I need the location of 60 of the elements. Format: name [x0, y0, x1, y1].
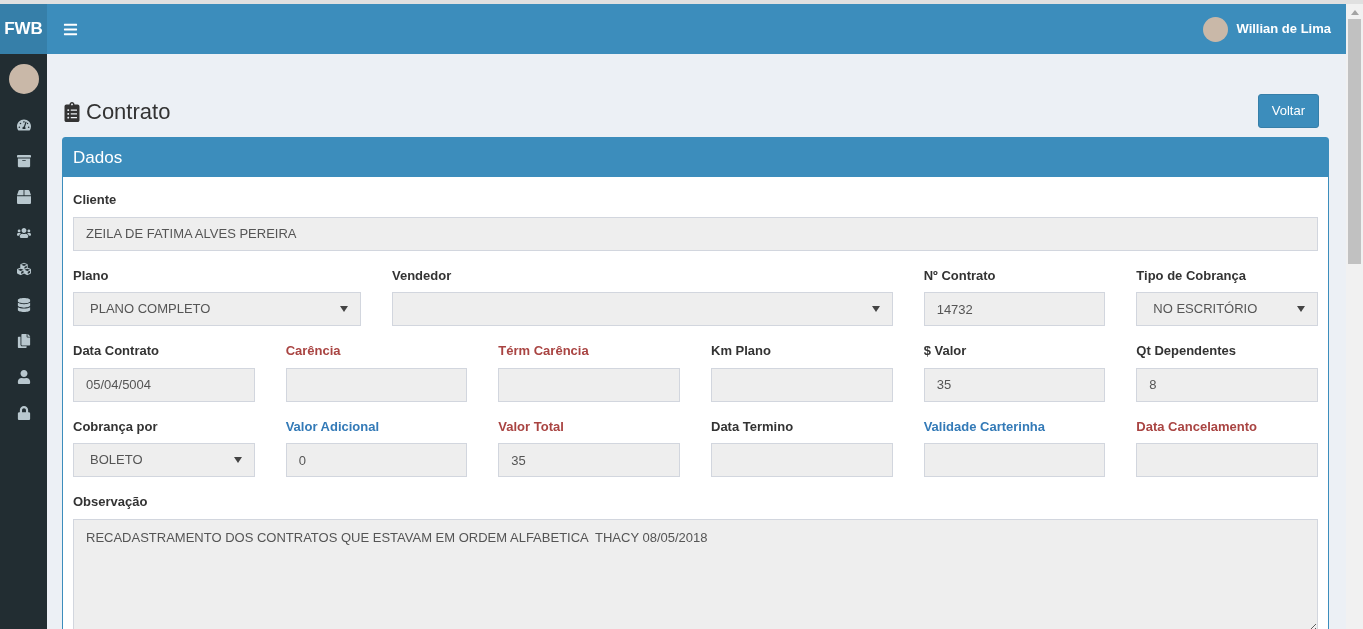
input-field[interactable]: 14732 — [923, 292, 1106, 326]
field-label: Nº Contrato — [923, 266, 997, 285]
avatar-icon — [8, 64, 39, 94]
field-label: Carência — [285, 342, 342, 360]
caret-icon — [340, 306, 348, 312]
field-label: Valor Adicional — [285, 417, 381, 436]
input-field[interactable] — [1136, 443, 1318, 477]
field-label: Vendedor — [392, 266, 453, 285]
box-icon[interactable] — [16, 190, 31, 204]
select-field[interactable]: NO ESCRITÓRIO — [1136, 292, 1318, 326]
archive-icon[interactable] — [16, 154, 31, 168]
input-field[interactable]: 35 — [498, 443, 680, 477]
field-label: Qt Dependentes — [1136, 342, 1237, 360]
input-field[interactable] — [285, 367, 468, 402]
field-label: Validade Carterinha — [923, 417, 1047, 436]
brand-logo[interactable]: FWB — [0, 4, 47, 54]
input-field[interactable] — [923, 443, 1106, 477]
clipboard-icon — [62, 101, 82, 122]
field-label: Tipo de Cobrança — [1136, 266, 1247, 285]
field-label: Data Contrato — [73, 342, 160, 360]
back-button[interactable]: Voltar — [1257, 94, 1319, 128]
user-icon[interactable] — [16, 370, 31, 384]
menu-icon[interactable] — [63, 21, 78, 37]
lock-icon[interactable] — [16, 406, 31, 420]
field-label: Cliente — [73, 191, 118, 209]
field-label: Observação — [73, 493, 149, 511]
input-field[interactable]: 0 — [285, 443, 468, 477]
user-name[interactable]: Willian de Lima — [1236, 19, 1331, 39]
field-label: Data Termino — [711, 417, 795, 436]
select-field[interactable] — [392, 292, 893, 326]
scroll-up-icon[interactable] — [1350, 10, 1359, 15]
field-label: Km Plano — [711, 342, 772, 360]
field-label: Plano — [73, 266, 110, 285]
input-field[interactable] — [711, 443, 893, 477]
scrollbar-thumb[interactable] — [1348, 19, 1361, 264]
input-field[interactable] — [711, 367, 893, 402]
field-label: Data Cancelamento — [1136, 417, 1258, 436]
input-field[interactable] — [498, 367, 680, 402]
users-icon[interactable] — [16, 226, 31, 240]
textarea-field[interactable]: RECADASTRAMENTO DOS CONTRATOS QUE ESTAVAM EM ORDEM ALFABETICA THACY 08/05/2018 — [73, 518, 1318, 629]
caret-icon — [1297, 306, 1305, 312]
caret-icon — [233, 457, 242, 463]
page-title: Contrato — [86, 98, 171, 126]
avatar-icon[interactable] — [1203, 16, 1229, 42]
input-field[interactable]: 35 — [923, 367, 1106, 402]
caret-icon — [871, 306, 880, 312]
copy-icon[interactable] — [16, 334, 31, 348]
select-field[interactable]: BOLETO — [73, 443, 255, 477]
field-label: Térm Carência — [498, 342, 590, 360]
database-icon[interactable] — [16, 298, 31, 312]
field-label: Valor Total — [498, 417, 565, 436]
cubes-icon[interactable] — [16, 262, 31, 276]
select-field[interactable]: PLANO COMPLETO — [73, 292, 361, 326]
input-field[interactable]: 8 — [1136, 367, 1318, 402]
gauge-icon[interactable] — [16, 118, 31, 132]
input-field[interactable]: ZEILA DE FATIMA ALVES PEREIRA — [73, 216, 1318, 251]
panel-title: Dados — [63, 138, 1328, 177]
field-label: Cobrança por — [73, 417, 159, 436]
field-label: $ Valor — [923, 342, 968, 360]
input-field[interactable]: 05/04/5004 — [73, 367, 255, 402]
